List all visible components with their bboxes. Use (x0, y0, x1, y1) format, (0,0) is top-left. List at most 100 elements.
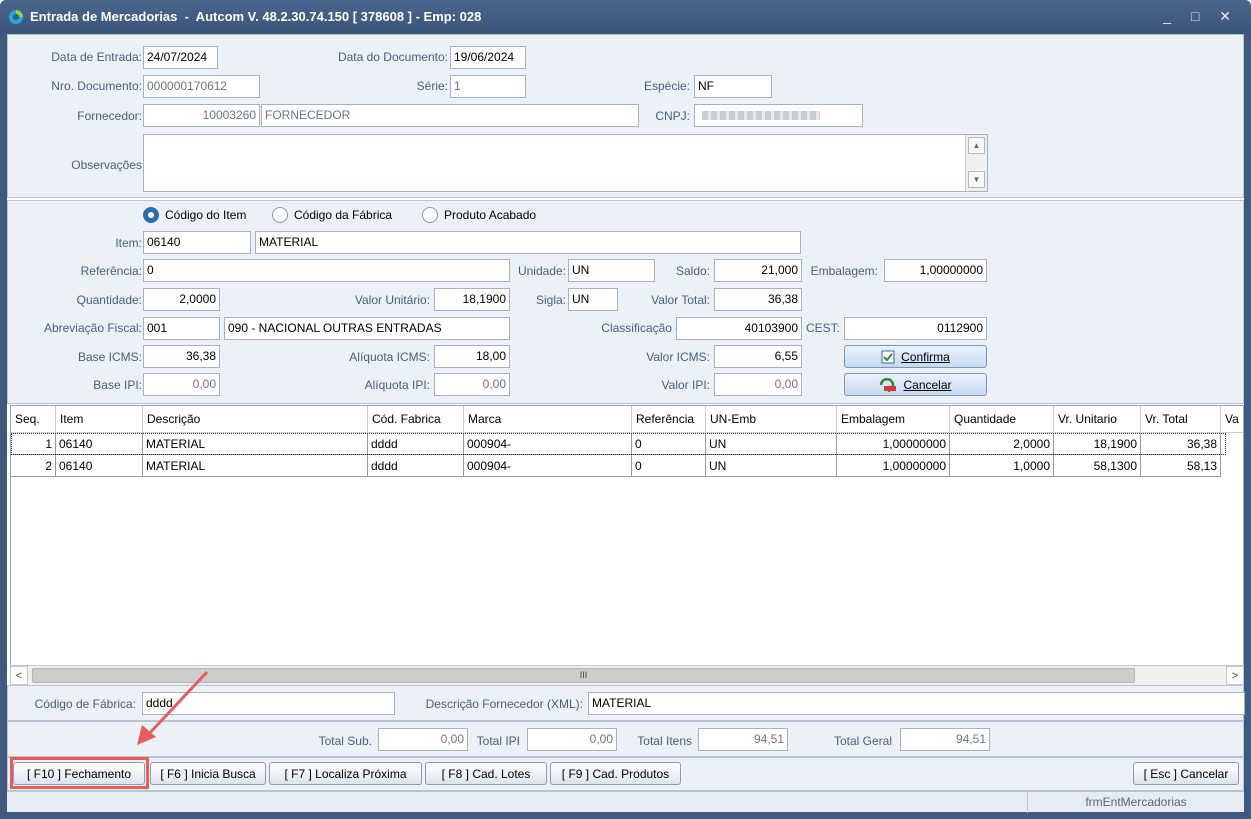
valor-icms-field[interactable]: 6,55 (714, 345, 802, 368)
status-bar: frmEntMercadorias (7, 791, 1244, 813)
aliquota-ipi-label: Alíquota IPI: (364, 378, 430, 392)
cad-lotes-button[interactable]: [ F8 ] Cad. Lotes (425, 762, 547, 785)
codigo-fabrica-label: Código de Fábrica: (34, 697, 136, 711)
unidade-label: Unidade: (517, 264, 566, 278)
col-header-va[interactable]: Va (1221, 406, 1243, 433)
cest-field[interactable]: 0112900 (844, 317, 987, 340)
quantidade-field[interactable]: 2,0000 (143, 288, 220, 311)
cancel-undo-icon (880, 377, 897, 392)
col-header-seq[interactable]: Seq. (11, 406, 56, 433)
table-row-cell[interactable]: UN (706, 455, 837, 477)
form-name-status: frmEntMercadorias (1027, 792, 1244, 813)
referencia-field[interactable]: 0 (143, 259, 510, 282)
cad-produtos-button[interactable]: [ F9 ] Cad. Produtos (550, 762, 681, 785)
valor-unitario-field[interactable]: 18,1900 (434, 288, 510, 311)
observacoes-scrollbar[interactable]: ▲ ▼ (965, 135, 987, 191)
title-bar[interactable]: Entrada de Mercadorias - Autcom V. 48.2.… (0, 0, 1251, 34)
table-row-cell[interactable]: 06140 (56, 433, 143, 455)
window-controls[interactable]: _ □ ✕ (1163, 8, 1239, 25)
table-row-cell[interactable]: 2 (11, 455, 56, 477)
table-row-cell[interactable]: 0 (632, 455, 706, 477)
col-header-embalagem[interactable]: Embalagem (837, 406, 950, 433)
classificacao-ipi-field[interactable]: 40103900 (676, 317, 802, 340)
table-row-cell[interactable]: 0 (632, 433, 706, 455)
col-header-quantidade[interactable]: Quantidade (950, 406, 1054, 433)
table-row-cell[interactable]: 58,1300 (1054, 455, 1141, 477)
scroll-left-icon[interactable]: < (10, 666, 28, 685)
radio-codigo-fabrica[interactable]: Código da Fábrica (272, 207, 392, 223)
valor-unitario-label: Valor Unitário: (354, 293, 430, 307)
scroll-right-icon[interactable]: > (1226, 666, 1244, 685)
table-row-cell[interactable]: MATERIAL (143, 433, 368, 455)
col-header-cod-fabrica[interactable]: Cód. Fabrica (368, 406, 464, 433)
col-header-referencia[interactable]: Referência (632, 406, 706, 433)
descricao-fornecedor-field[interactable]: MATERIAL (588, 692, 1245, 715)
valor-ipi-field[interactable]: 0,00 (714, 373, 802, 396)
item-descricao-field[interactable]: MATERIAL (255, 231, 801, 254)
table-row-cell[interactable]: 1,0000 (950, 455, 1054, 477)
especie-field[interactable]: NF (694, 75, 772, 98)
item-codigo-field[interactable]: 06140 (143, 231, 251, 254)
table-row-cell[interactable]: 1 (11, 433, 56, 455)
radio-produto-acabado[interactable]: Produto Acabado (422, 207, 536, 223)
abreviacao-fiscal-field[interactable]: 001 (143, 317, 220, 340)
data-documento-field[interactable]: 19/06/2024 (450, 46, 526, 69)
table-row-cell[interactable]: MATERIAL (143, 455, 368, 477)
fornecedor-nome-field[interactable]: FORNECEDOR (261, 104, 639, 127)
col-header-marca[interactable]: Marca (464, 406, 632, 433)
col-header-vr-unitario[interactable]: Vr. Unitario (1054, 406, 1141, 433)
table-row-cell[interactable]: 1,00000000 (837, 455, 950, 477)
scroll-up-icon[interactable]: ▲ (968, 137, 985, 154)
data-entrada-field[interactable]: 24/07/2024 (143, 46, 218, 69)
item-panel: Código do Item Código da Fábrica Produto… (7, 200, 1244, 404)
total-sub-field: 0,00 (378, 728, 468, 751)
table-row-cell[interactable]: 18,1900 (1054, 433, 1141, 455)
table-row-cell[interactable]: UN (706, 433, 837, 455)
inicia-busca-button[interactable]: [ F6 ] Inicia Busca (150, 762, 266, 785)
base-icms-label: Base ICMS: (77, 350, 142, 364)
confirma-button[interactable]: Confirma (844, 345, 987, 368)
highlight-box (10, 757, 149, 789)
saldo-field[interactable]: 21,000 (714, 259, 802, 282)
observacoes-textarea[interactable] (143, 134, 988, 192)
app-window: Entrada de Mercadorias - Autcom V. 48.2.… (0, 0, 1251, 819)
serie-field[interactable]: 1 (450, 75, 526, 98)
unidade-field[interactable]: UN (568, 259, 655, 282)
table-row-cell[interactable]: 000904- (464, 455, 632, 477)
abreviacao-fiscal-desc-field[interactable]: 090 - NACIONAL OUTRAS ENTRADAS (224, 317, 510, 340)
table-row-cell[interactable]: dddd (368, 433, 464, 455)
col-header-un-emb[interactable]: UN-Emb (706, 406, 837, 433)
cnpj-label: CNPJ: (655, 109, 690, 123)
cancelar-item-button[interactable]: Cancelar (844, 373, 987, 396)
serie-label: Série: (416, 79, 448, 93)
confirma-label: Confirma (901, 349, 950, 364)
cancelar-item-label: Cancelar (903, 377, 952, 392)
aliquota-icms-field[interactable]: 18,00 (434, 345, 510, 368)
table-row-cell[interactable]: 58,13 (1141, 455, 1221, 477)
col-header-vr-total[interactable]: Vr. Total (1141, 406, 1221, 433)
especie-label: Espécie: (643, 79, 690, 93)
table-row-cell[interactable]: 2,0000 (950, 433, 1054, 455)
items-grid[interactable]: Seq. Item Descrição Cód. Fabrica Marca R… (10, 405, 1244, 687)
embalagem-field[interactable]: 1,00000000 (884, 259, 987, 282)
table-row-cell[interactable]: dddd (368, 455, 464, 477)
fornecedor-codigo-field[interactable]: 10003260 (143, 104, 260, 127)
sigla-field[interactable]: UN (568, 288, 618, 311)
esc-cancelar-button[interactable]: [ Esc ] Cancelar (1133, 762, 1239, 785)
scroll-down-icon[interactable]: ▼ (968, 171, 985, 188)
col-header-descricao[interactable]: Descrição (143, 406, 368, 433)
localiza-proxima-button[interactable]: [ F7 ] Localiza Próxima (269, 762, 422, 785)
col-header-item[interactable]: Item (56, 406, 143, 433)
table-row-cell[interactable]: 000904- (464, 433, 632, 455)
table-row-cell[interactable]: 06140 (56, 455, 143, 477)
base-icms-field[interactable]: 36,38 (143, 345, 220, 368)
aliquota-ipi-field[interactable]: 0,00 (434, 373, 510, 396)
table-row-cell[interactable]: 36,38 (1141, 433, 1221, 455)
table-row-cell[interactable]: 1,00000000 (837, 433, 950, 455)
radio-codigo-item[interactable]: Código do Item (143, 207, 246, 223)
cnpj-field[interactable] (694, 104, 863, 127)
client-area: Data de Entrada: 24/07/2024 Data do Docu… (7, 34, 1245, 813)
base-ipi-field[interactable]: 0,00 (143, 373, 220, 396)
valor-total-field[interactable]: 36,38 (714, 288, 802, 311)
nro-documento-field[interactable]: 000000170612 (143, 75, 260, 98)
